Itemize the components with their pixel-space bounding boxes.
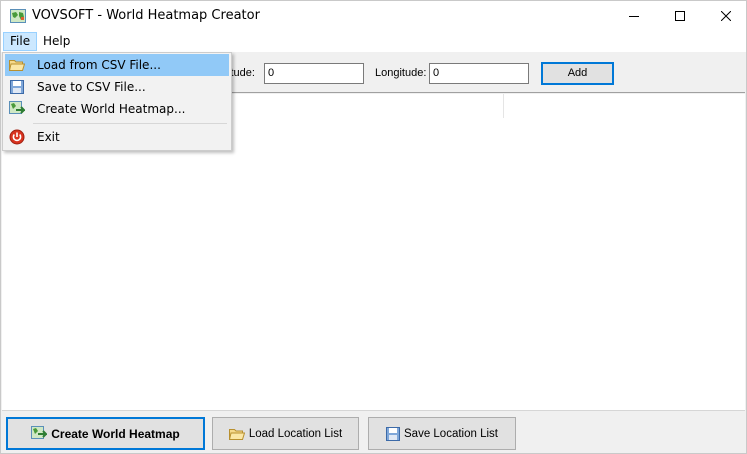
minimize-button[interactable] — [611, 1, 657, 31]
menu-bar: File Help — [1, 31, 746, 52]
close-button[interactable] — [703, 1, 747, 31]
menu-item-save-csv[interactable]: Save to CSV File... — [5, 76, 229, 98]
save-disk-icon — [10, 80, 24, 94]
app-icon — [10, 9, 26, 23]
close-icon — [721, 11, 731, 21]
create-heatmap-label: Create World Heatmap — [51, 426, 180, 441]
menu-item-label: Save to CSV File... — [37, 80, 146, 94]
menu-help[interactable]: Help — [37, 32, 76, 51]
bottom-bar: Create World Heatmap Load Location List … — [2, 410, 745, 453]
longitude-label: Longitude: — [375, 67, 427, 79]
menu-item-create-heatmap[interactable]: Create World Heatmap... — [5, 98, 229, 120]
title-bar: VOVSOFT - World Heatmap Creator — [1, 1, 746, 31]
latitude-label: itude: — [228, 67, 255, 79]
open-folder-icon — [9, 60, 25, 71]
load-location-list-label: Load Location List — [248, 427, 343, 440]
heatmap-icon — [9, 101, 25, 114]
add-button[interactable]: Add — [541, 62, 614, 85]
save-disk-icon — [386, 426, 400, 441]
menu-item-label: Create World Heatmap... — [37, 102, 186, 116]
longitude-input[interactable]: 0 — [429, 63, 529, 84]
menu-item-exit[interactable]: Exit — [5, 126, 229, 148]
menu-item-label: Load from CSV File... — [37, 58, 161, 72]
load-location-list-button[interactable]: Load Location List — [212, 417, 359, 450]
app-window: VOVSOFT - World Heatmap Creator File Hel… — [0, 0, 747, 454]
power-icon — [9, 129, 25, 145]
create-heatmap-button[interactable]: Create World Heatmap — [6, 417, 205, 450]
menu-item-label: Exit — [37, 130, 60, 144]
menu-separator — [33, 123, 227, 124]
file-dropdown-menu: Load from CSV File... Save to CSV File..… — [2, 52, 232, 151]
save-location-list-label: Save Location List — [404, 427, 498, 440]
save-location-list-button[interactable]: Save Location List — [368, 417, 516, 450]
latitude-input[interactable]: 0 — [264, 63, 364, 84]
open-folder-icon — [228, 428, 245, 440]
heatmap-icon — [31, 425, 48, 439]
maximize-icon — [675, 11, 685, 21]
minimize-icon — [629, 16, 639, 17]
menu-item-load-csv[interactable]: Load from CSV File... — [5, 54, 229, 76]
maximize-button[interactable] — [657, 1, 703, 31]
window-title: VOVSOFT - World Heatmap Creator — [32, 8, 260, 23]
menu-file[interactable]: File — [3, 32, 38, 51]
column-divider[interactable] — [503, 94, 504, 118]
